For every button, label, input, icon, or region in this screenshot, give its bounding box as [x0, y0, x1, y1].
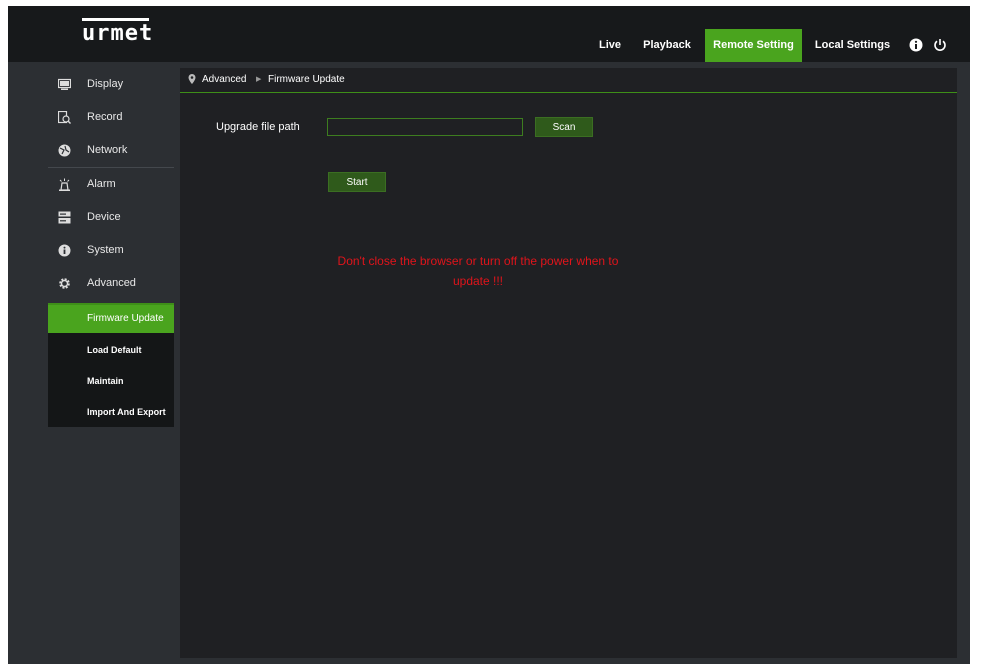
nav-remote-setting[interactable]: Remote Setting — [705, 29, 802, 62]
warning-line-2: update !!! — [452, 274, 504, 288]
sidebar-item-network[interactable]: Network — [48, 134, 174, 167]
update-warning-text: Don't close the browser or turn off the … — [328, 251, 628, 291]
content-panel: Advanced ▶ Firmware Update Upgrade file … — [180, 68, 957, 658]
start-button[interactable]: Start — [328, 172, 386, 192]
sidebar: Display Record Network Alarm Device Syst… — [48, 68, 174, 428]
sidebar-item-label: Alarm — [87, 178, 116, 190]
sidebar-item-display[interactable]: Display — [48, 68, 174, 101]
nav-live[interactable]: Live — [594, 29, 626, 62]
sidebar-item-record[interactable]: Record — [48, 101, 174, 134]
nav-playback[interactable]: Playback — [637, 29, 697, 62]
breadcrumb-arrow-icon: ▶ — [256, 76, 262, 83]
info-icon[interactable] — [909, 38, 923, 52]
network-icon — [58, 144, 71, 157]
submenu-import-export[interactable]: Import And Export — [48, 398, 174, 426]
sidebar-item-label: Display — [87, 78, 124, 90]
system-info-icon — [58, 244, 71, 257]
submenu-firmware-update[interactable]: Firmware Update — [48, 305, 174, 333]
device-icon — [58, 211, 71, 224]
breadcrumb-current: Firmware Update — [268, 74, 345, 85]
submenu-maintain[interactable]: Maintain — [48, 367, 174, 395]
display-icon — [57, 78, 72, 91]
sidebar-item-label: Advanced — [87, 277, 136, 289]
sidebar-item-label: Record — [87, 111, 123, 123]
breadcrumb-parent[interactable]: Advanced — [202, 74, 246, 85]
sidebar-item-system[interactable]: System — [48, 234, 174, 267]
sidebar-item-alarm[interactable]: Alarm — [48, 168, 174, 201]
top-header: urmet Live Playback Remote Setting Local… — [8, 6, 970, 62]
sidebar-item-device[interactable]: Device — [48, 201, 174, 234]
upgrade-path-input[interactable] — [327, 118, 523, 136]
sidebar-item-label: System — [87, 244, 124, 256]
sidebar-item-label: Device — [87, 211, 121, 223]
advanced-submenu: Firmware Update Load Default Maintain Im… — [48, 303, 174, 427]
record-icon — [57, 110, 71, 124]
alarm-icon — [58, 178, 71, 191]
warning-line-1: Don't close the browser or turn off the … — [337, 254, 619, 268]
sidebar-item-advanced[interactable]: Advanced — [48, 267, 174, 300]
sidebar-item-label: Network — [87, 144, 128, 156]
breadcrumb: Advanced ▶ Firmware Update — [180, 68, 957, 93]
urmet-logo: urmet — [82, 18, 154, 46]
scan-button[interactable]: Scan — [535, 117, 593, 137]
upgrade-path-label: Upgrade file path — [216, 121, 300, 133]
submenu-load-default[interactable]: Load Default — [48, 336, 174, 364]
nav-local-settings[interactable]: Local Settings — [810, 29, 895, 62]
gear-icon — [58, 277, 71, 290]
location-pin-icon — [188, 74, 196, 84]
power-icon[interactable] — [933, 38, 947, 52]
app-window: urmet Live Playback Remote Setting Local… — [8, 6, 970, 664]
